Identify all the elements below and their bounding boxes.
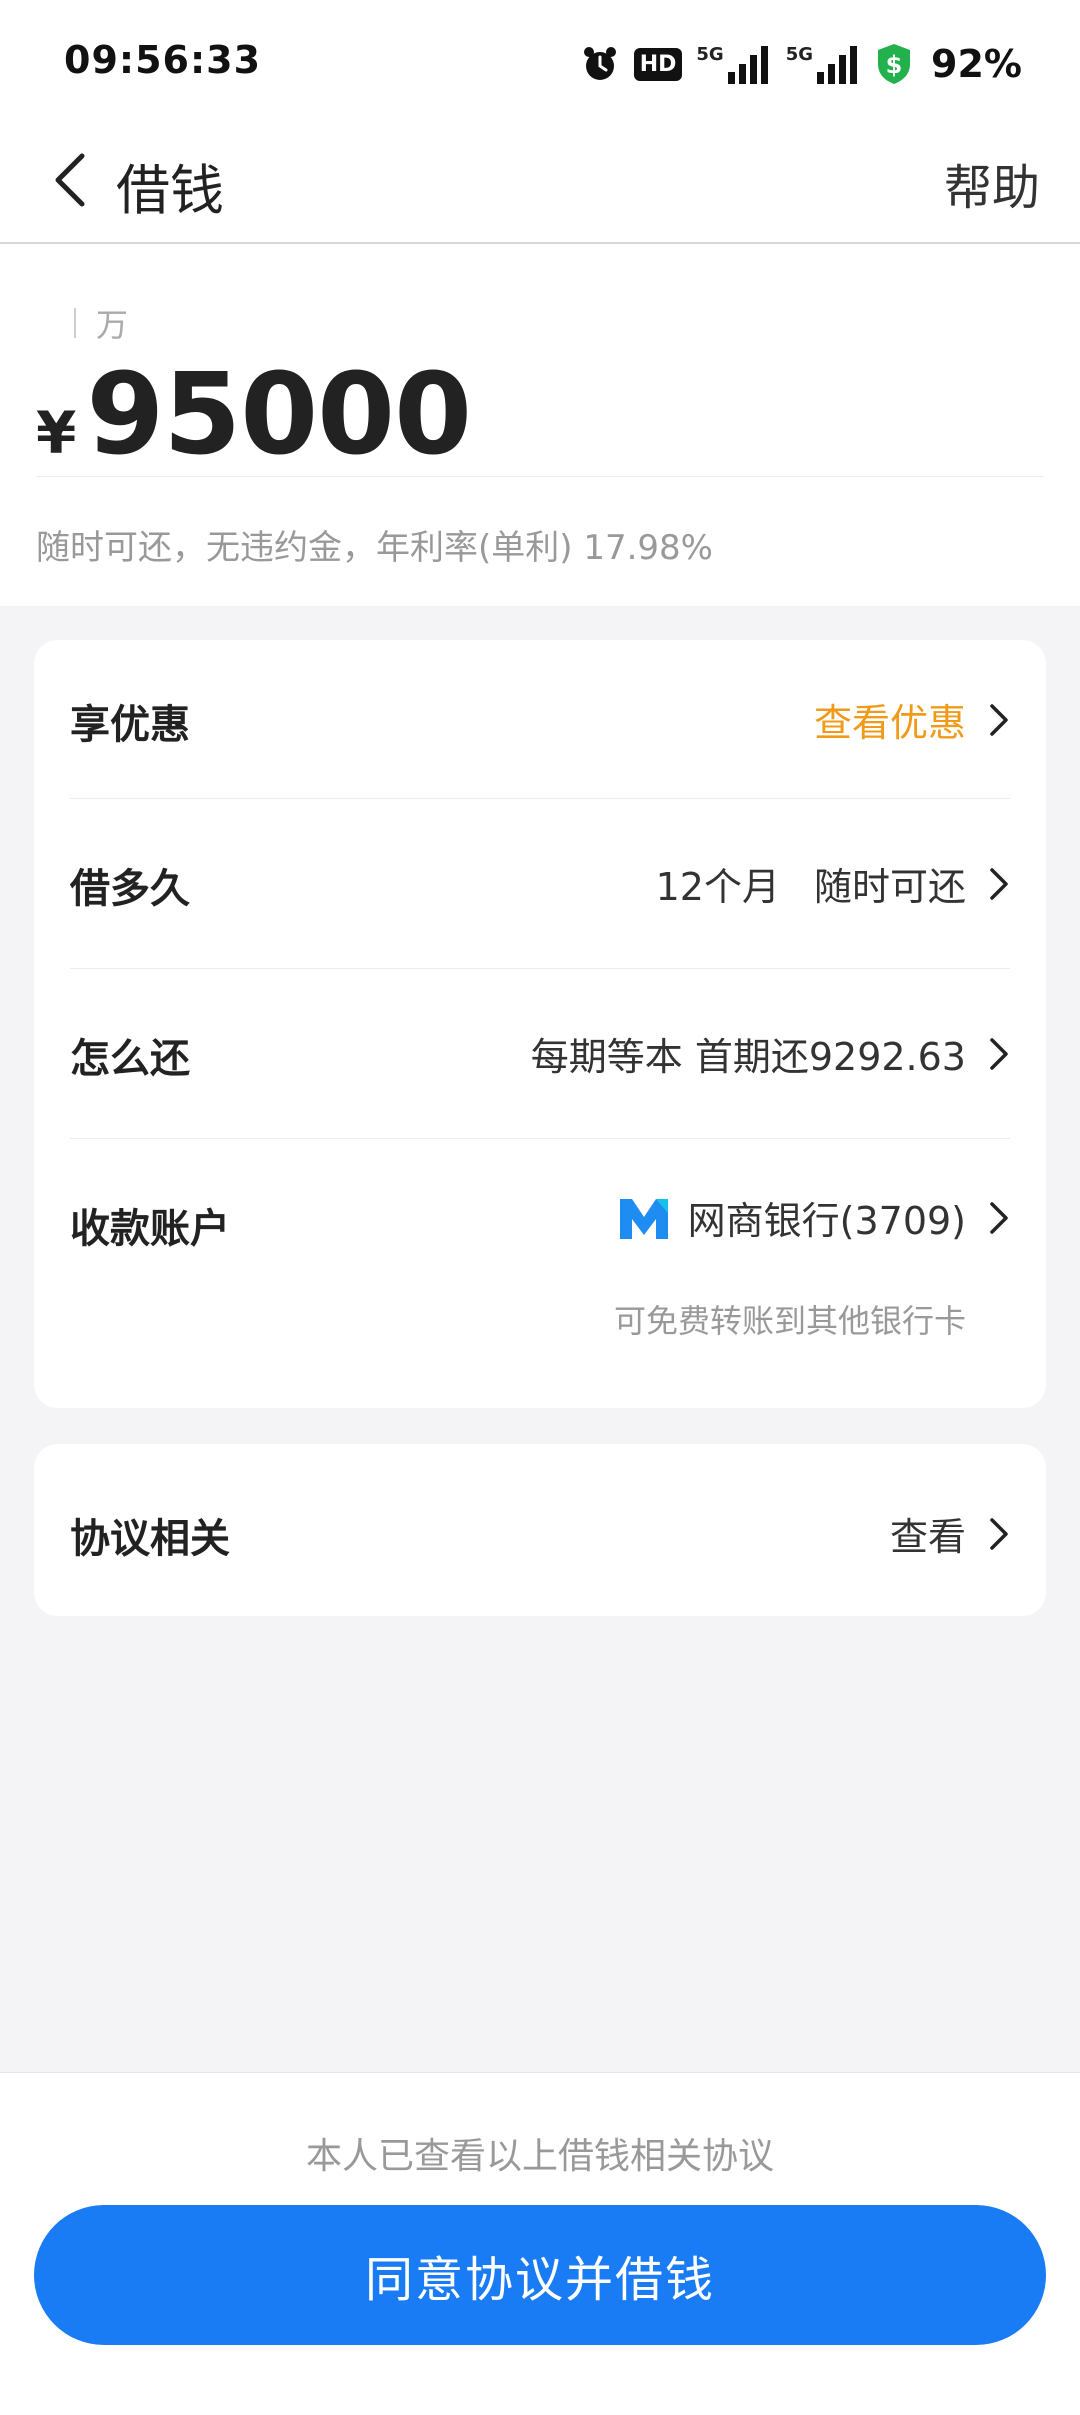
signal-1-icon: 5G [696,44,771,84]
amount-section: 万 ¥ 95000 随时可还，无违约金，年利率(单利) 17.98% [0,244,1080,606]
repay-label: 怎么还 [70,1036,190,1082]
agreement-card: 协议相关 查看 [34,1444,1046,1616]
currency-symbol: ¥ [36,399,77,467]
bank-account: 网商银行(3709) [687,1199,966,1243]
agreement-view: 查看 [889,1515,966,1559]
chevron-right-icon [990,703,1008,736]
agree-and-borrow-button[interactable]: 同意协议并借钱 [34,2205,1046,2345]
duration-row[interactable]: 借多久 12个月 随时可还 [70,800,1010,968]
amount-divider [36,476,1044,477]
duration-repay-anytime: 随时可还 [813,865,966,909]
discount-row[interactable]: 享优惠 查看优惠 [70,640,1010,800]
status-time: 09:56:33 [64,38,262,82]
hd-label: HD [633,47,683,81]
unit-label: 万 [96,306,129,344]
discount-value: 查看优惠 [813,701,966,745]
duration-term: 12个月 [655,865,780,909]
agreement-confirm-note: 本人已查看以上借钱相关协议 [305,2136,774,2177]
unit-hint: 万 [74,300,128,346]
repay-method-row[interactable]: 怎么还 每期等本 首期还9292.63 [70,970,1010,1138]
agreement-value-group: 查看 [890,1506,1010,1561]
status-icons: HD 5G 5G $ 92% [580,36,1022,92]
account-label: 收款账户 [70,1206,230,1252]
alarm-icon [580,44,620,84]
agreement-label: 协议相关 [70,1516,230,1562]
shield-dollar-icon: $ [875,42,913,86]
account-note: 可免费转账到其他银行卡 [613,1302,966,1340]
chevron-right-icon [990,1037,1008,1070]
mybank-logo-icon [615,1192,672,1243]
footer: 本人已查看以上借钱相关协议 同意协议并借钱 [0,2072,1080,2415]
divider [70,1138,1010,1139]
status-bar: 09:56:33 HD 5G 5G $ 92% [0,0,1080,118]
battery-level: 92% [931,42,1022,86]
page-title: 借钱 [116,159,224,222]
interest-note: 随时可还，无违约金，年利率(单利) 17.98% [36,528,713,568]
repay-value-group: 每期等本 首期还9292.63 [531,1026,1010,1081]
discount-label: 享优惠 [70,702,190,748]
nav-bar: 借钱 帮助 [0,118,1080,244]
hd-icon: HD [633,47,683,81]
signal-2-icon: 5G [786,44,861,84]
amount-input[interactable]: ¥ 95000 [36,350,472,480]
input-cursor [74,308,76,338]
chevron-right-icon [990,867,1008,900]
back-button[interactable] [30,140,110,220]
discount-value-group: 查看优惠 [814,692,1010,747]
signal-1-network: 5G [696,44,724,65]
account-row[interactable]: 收款账户 网商银行(3709) 可免费转账到其他银行卡 [70,1140,1010,1400]
duration-label: 借多久 [70,866,190,912]
divider [70,798,1010,799]
signal-2-network: 5G [785,44,814,65]
chevron-right-icon [990,1201,1008,1234]
loan-options-card: 享优惠 查看优惠 借多久 12个月 随时可还 怎么还 每期等本 首期还9292.… [34,640,1046,1408]
svg-text:$: $ [886,51,903,79]
repay-value: 每期等本 首期还9292.63 [530,1035,966,1079]
divider [70,968,1010,969]
account-value-group: 网商银行(3709) [615,1190,1010,1245]
agreement-row[interactable]: 协议相关 查看 [70,1444,1010,1616]
amount-value: 95000 [86,350,472,480]
help-link[interactable]: 帮助 [944,148,1040,218]
back-arrow-icon [55,153,85,207]
duration-value-group: 12个月 随时可还 [656,856,1010,911]
chevron-right-icon [990,1517,1008,1550]
